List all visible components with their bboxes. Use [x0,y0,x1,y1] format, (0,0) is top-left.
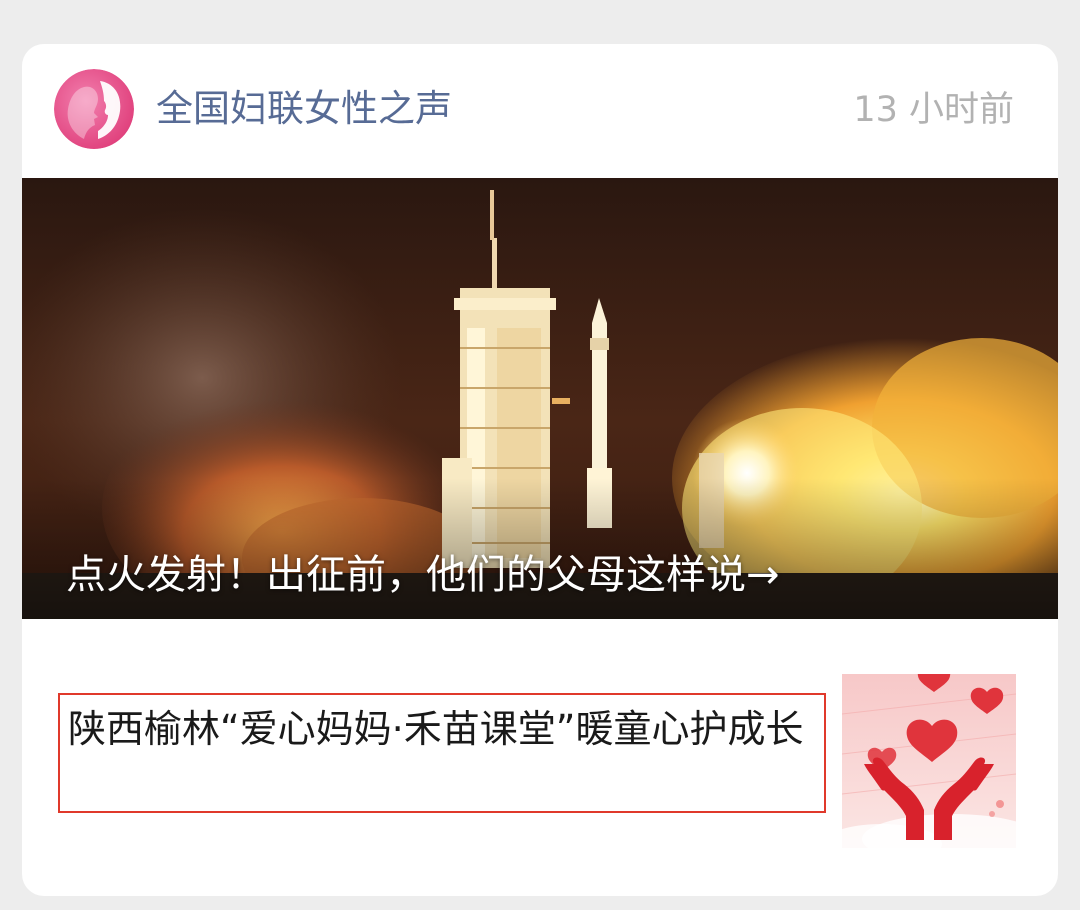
main-article-title[interactable]: 点火发射！出征前，他们的父母这样说→ [66,548,780,602]
account-avatar[interactable] [54,69,134,149]
article-card: 全国妇联女性之声 13 小时前 点火发射！出征前，他们的父母这样说→ 陕西榆林“… [22,44,1058,896]
publish-time: 13 小时前 [853,90,1014,130]
hands-holding-hearts-icon [842,674,1016,848]
sub-article-title[interactable]: 陕西榆林“爱心妈妈·禾苗课堂”暖童心护成长 [58,693,826,813]
sub-article-item[interactable]: 陕西榆林“爱心妈妈·禾苗课堂”暖童心护成长 [22,619,1058,896]
account-name[interactable]: 全国妇联女性之声 [156,84,452,134]
account-header: 全国妇联女性之声 13 小时前 [22,44,1058,178]
woman-profile-icon [54,69,134,149]
sub-article-thumbnail[interactable] [842,674,1016,848]
main-article[interactable]: 点火发射！出征前，他们的父母这样说→ [22,178,1058,619]
